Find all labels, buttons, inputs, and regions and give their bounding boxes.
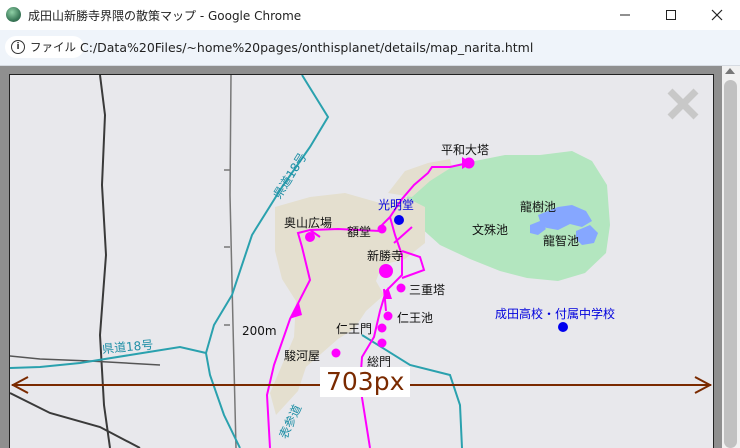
road-dark xyxy=(10,355,161,366)
maximize-button[interactable] xyxy=(648,0,694,30)
url-text[interactable]: C:/Data%20Files/~home%20pages/onthisplan… xyxy=(80,40,533,55)
label-ryuchiike: 龍智池 xyxy=(543,234,580,248)
poi-dot-peace-pagoda xyxy=(463,157,475,169)
label-ryujuike: 龍樹池 xyxy=(520,200,557,214)
poi-dot-somon xyxy=(377,338,387,348)
label-peace-pagoda: 平和大塔 xyxy=(441,143,490,157)
road-grey xyxy=(229,75,237,448)
window-title: 成田山新勝寺界隈の散策マップ - Google Chrome xyxy=(28,9,302,23)
label-okuyama: 奥山広場 xyxy=(284,216,333,230)
minimize-icon xyxy=(620,14,630,16)
road-dark xyxy=(10,392,141,448)
window-titlebar: 成田山新勝寺界隈の散策マップ - Google Chrome xyxy=(0,0,740,30)
label-surugaya: 駿河屋 xyxy=(284,349,321,363)
site-info-label: ファイル xyxy=(30,40,76,54)
label-gakudo: 額堂 xyxy=(347,225,372,239)
poi-dot-okuyama xyxy=(305,232,315,242)
road-dark xyxy=(98,75,111,448)
poi-dot-shinshoji xyxy=(379,264,393,278)
poi-dot-surugaya xyxy=(331,348,341,358)
label-komyodo: 光明堂 xyxy=(378,198,415,212)
label-shinshoji: 新勝寺 xyxy=(367,249,404,263)
scrollbar-thumb[interactable] xyxy=(724,80,737,448)
label-niomon: 仁王門 xyxy=(336,322,373,336)
poi-dot-nioike xyxy=(383,311,393,321)
label-nioike: 仁王池 xyxy=(397,311,434,325)
scroll-up-arrow-icon[interactable] xyxy=(725,68,735,74)
poi-dot-gakudo xyxy=(377,224,387,234)
label-scale: 200m xyxy=(242,324,277,338)
poi-dot-sanju xyxy=(396,283,406,293)
label-school: 成田高校・付属中学校 xyxy=(495,307,616,321)
measure-label: 703px xyxy=(320,367,411,397)
label-monjuike: 文殊池 xyxy=(472,223,509,237)
close-icon xyxy=(711,9,723,21)
label-sanju: 三重塔 xyxy=(409,283,446,297)
site-info-chip[interactable]: i ファイル xyxy=(5,36,84,58)
poi-dot-school xyxy=(558,322,568,332)
info-icon: i xyxy=(11,40,25,54)
app-icon xyxy=(6,7,21,22)
close-x-icon[interactable] xyxy=(665,86,701,122)
maximize-icon xyxy=(666,10,676,20)
address-bar: i ファイル C:/Data%20Files/~home%20pages/ont… xyxy=(0,30,740,66)
minimize-button[interactable] xyxy=(602,0,648,30)
map-frame: 平和大塔 光明堂 奥山広場 額堂 新勝寺 三重塔 仁王池 仁王門 駿河屋 総門 … xyxy=(9,74,714,448)
close-button[interactable] xyxy=(694,0,740,30)
poi-dot-niomon xyxy=(377,323,387,333)
poi-dot-komyodo xyxy=(394,215,404,225)
